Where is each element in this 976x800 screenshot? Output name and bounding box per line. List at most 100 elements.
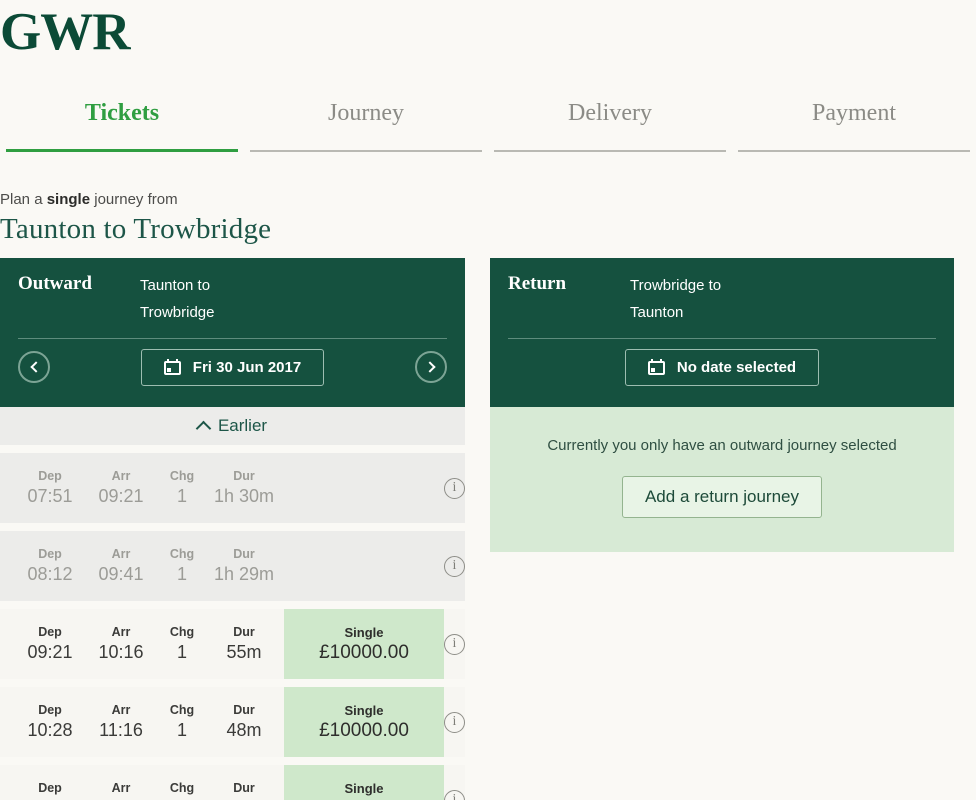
journey-chg-cell: Chg 1 bbox=[156, 547, 208, 585]
return-route-line2: Taunton bbox=[630, 304, 684, 321]
column-header-dur: Dur bbox=[233, 547, 255, 561]
next-day-button[interactable] bbox=[415, 351, 447, 383]
return-date-label: No date selected bbox=[676, 358, 797, 376]
journey-dur-cell: Dur 1h 29m bbox=[208, 547, 280, 585]
outward-date-nav: Fri 30 Jun 2017 bbox=[18, 339, 447, 395]
fare-type: Single bbox=[344, 780, 384, 796]
return-body: Currently you only have an outward journ… bbox=[490, 407, 954, 552]
tab-journey-label: Journey bbox=[328, 100, 404, 126]
checkout-tabs: Tickets Journey Delivery Payment bbox=[0, 100, 976, 152]
journey-arr-cell: Arr12:29 bbox=[86, 781, 156, 800]
table-row[interactable]: Dep 07:51 Arr 09:21 Chg 1 Dur 1h 30m i bbox=[0, 453, 465, 523]
outward-header: Outward Taunton to Trowbridge Fri 30 Jun… bbox=[0, 258, 465, 407]
booking-page: GWR Tickets Journey Delivery Payment Pla… bbox=[0, 0, 976, 800]
column-header-chg: Chg bbox=[169, 547, 195, 561]
table-row[interactable]: Dep 10:28 Arr 11:16 Chg 1 Dur 48m Single £10000.0… bbox=[0, 687, 465, 757]
journey-arr-value: 09:41 bbox=[98, 564, 144, 584]
outward-route-line2: Trowbridge bbox=[140, 304, 215, 321]
column-header-arr: Arr bbox=[111, 469, 131, 483]
return-route-line1: Trowbridge to bbox=[630, 277, 722, 294]
logo-text: GWR bbox=[0, 3, 130, 61]
journey-info-cell: i bbox=[444, 453, 465, 523]
info-icon[interactable]: i bbox=[444, 477, 465, 499]
column-header-dep: Dep bbox=[38, 547, 62, 561]
column-header-arr: Arr bbox=[111, 781, 131, 795]
tab-tickets[interactable]: Tickets bbox=[0, 100, 244, 152]
fare-cell[interactable]: Single£10000.00 bbox=[284, 609, 444, 679]
table-row[interactable]: Dep10:51Arr12:29Chg1Dur1h 38mSingle£1000… bbox=[0, 765, 465, 800]
info-icon[interactable]: i bbox=[444, 555, 465, 577]
journey-chg-cell: Chg1 bbox=[156, 781, 208, 800]
column-header-arr: Arr bbox=[111, 703, 131, 717]
journey-dur-cell: Dur1h 38m bbox=[208, 781, 280, 800]
column-header-dep: Dep bbox=[38, 703, 62, 717]
journey-chg-value: 1 bbox=[176, 486, 187, 506]
fare-type: Single bbox=[344, 624, 384, 640]
journey-dep-value: 09:21 bbox=[27, 642, 73, 662]
outward-route-line1: Taunton to bbox=[140, 277, 211, 294]
tab-payment[interactable]: Payment bbox=[732, 100, 976, 152]
journey-arr-value: 11:16 bbox=[99, 720, 143, 740]
fare-cell[interactable]: Single£10000.00 bbox=[284, 765, 444, 800]
journey-chg-cell: Chg1 bbox=[156, 469, 208, 507]
return-date-button[interactable]: No date selected bbox=[624, 348, 820, 386]
journey-dep-cell: Dep 09:21 bbox=[14, 625, 86, 663]
fare-price: £10000.00 bbox=[319, 719, 409, 741]
journey-arr-cell: Arr 10:16 bbox=[86, 625, 156, 663]
journey-chg-value: 1 bbox=[176, 642, 187, 662]
fare-type: Single bbox=[344, 702, 384, 718]
return-panel: Return Trowbridge to Taunton No date sel… bbox=[490, 258, 954, 552]
table-row[interactable]: Dep 08:12 Arr 09:41 Chg 1 Dur 1h 29m i bbox=[0, 531, 465, 601]
journey-dur-cell: Dur 55m bbox=[208, 625, 280, 663]
journey-times: Dep 09:21 Arr 10:16 Chg 1 Dur 55m bbox=[0, 609, 280, 679]
outward-panel: Outward Taunton to Trowbridge Fri 30 Jun… bbox=[0, 258, 465, 800]
outward-date-label: Fri 30 Jun 2017 bbox=[192, 358, 302, 376]
journey-arr-cell: Arr 11:16 bbox=[86, 703, 156, 741]
journey-dep-cell: Dep 08:12 bbox=[14, 547, 86, 585]
column-header-arr: Arr bbox=[111, 547, 131, 561]
chevron-left-icon bbox=[29, 361, 42, 373]
column-header-dur: Dur bbox=[233, 703, 255, 717]
tab-delivery[interactable]: Delivery bbox=[488, 100, 732, 152]
column-header-chg: Chg bbox=[169, 625, 195, 639]
journey-arr-value: 09:21 bbox=[98, 486, 144, 506]
journey-info-cell: i bbox=[444, 765, 465, 800]
calendar-icon bbox=[647, 359, 665, 375]
journey-chg-cell: Chg 1 bbox=[156, 625, 208, 663]
fare-cell[interactable]: Single£10000.00 bbox=[284, 687, 444, 757]
outward-date-button[interactable]: Fri 30 Jun 2017 bbox=[140, 348, 325, 386]
column-header-chg: Chg bbox=[169, 703, 195, 717]
column-header-dep: Dep bbox=[38, 625, 62, 639]
journey-dur-value: 55m bbox=[226, 642, 262, 662]
gwr-logo: GWR bbox=[0, 2, 130, 62]
add-return-journey-button[interactable]: Add a return journey bbox=[621, 476, 823, 518]
journey-chg-value: 1 bbox=[176, 564, 187, 584]
journey-times: Dep 07:51 Arr 09:21 Chg 1 Dur 1h 30m bbox=[0, 453, 280, 523]
journey-dur-value: 1h 30m bbox=[213, 486, 275, 506]
journey-dep-value: 10:28 bbox=[27, 720, 73, 740]
journey-info-cell: i bbox=[444, 531, 465, 601]
plan-suffix: journey from bbox=[90, 191, 178, 208]
journey-chg-cell: Chg1 bbox=[156, 703, 208, 741]
journey-info-cell: i bbox=[444, 609, 465, 679]
journey-dur-value: 1h 29m bbox=[213, 564, 275, 584]
journey-dur-cell: Dur 1h 30m bbox=[208, 469, 280, 507]
column-header-dur: Dur bbox=[233, 625, 255, 639]
tab-payment-label: Payment bbox=[812, 100, 896, 126]
column-header-arr: Arr bbox=[111, 625, 131, 639]
column-header-dep: Dep bbox=[38, 469, 62, 483]
return-route: Trowbridge to Taunton bbox=[630, 272, 721, 326]
column-header-dep: Dep bbox=[38, 781, 62, 795]
info-icon[interactable]: i bbox=[444, 711, 465, 733]
table-row[interactable]: Dep 09:21 Arr 10:16 Chg 1 Dur 55m Single £10000.0… bbox=[0, 609, 465, 679]
earlier-button[interactable]: Earlier bbox=[0, 407, 465, 445]
previous-day-button[interactable] bbox=[18, 351, 50, 383]
plan-subtitle: Plan a single journey from bbox=[0, 191, 178, 208]
journey-dep-cell: Dep 10:28 bbox=[14, 703, 86, 741]
tab-journey[interactable]: Journey bbox=[244, 100, 488, 152]
journey-dep-value: 08:12 bbox=[27, 564, 73, 584]
journey-arr-value: 10:16 bbox=[98, 642, 144, 662]
info-icon[interactable]: i bbox=[444, 633, 465, 655]
info-icon[interactable]: i bbox=[444, 789, 465, 800]
column-header-chg: Chg bbox=[169, 781, 195, 795]
